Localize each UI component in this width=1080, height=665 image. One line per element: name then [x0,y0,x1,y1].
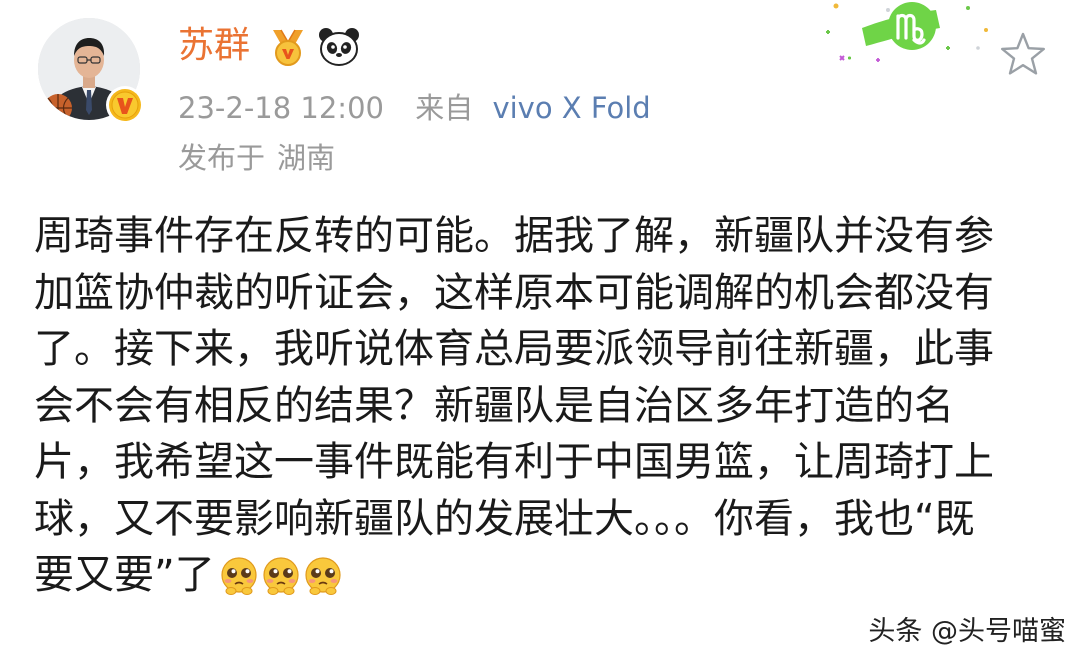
pleading-face-emoji [263,557,299,595]
post-text-line-last: 要又要”了 [34,547,1044,604]
verified-badge-icon [106,86,144,124]
panda-icon[interactable] [317,26,361,72]
post-text-line: 会不会有相反的结果？新疆队是自治区多年打造的名 [34,382,954,429]
pleading-face-emoji [305,557,341,595]
author-name[interactable]: 苏群 [178,22,250,70]
post-text-line: 要又要”了 [34,552,215,598]
post-text-line: 周琦事件存在反转的可能。据我了解，新疆队并没有参 [34,213,994,259]
post-text-line: 了。接下来，我听说体育总局要派领导前往新疆，此事 [34,326,994,372]
weibo-post: 苏群 23-2-18 12:00 来自 vivo X Fold 发布于 湖南 周… [0,0,1080,665]
source-label: 来自 [415,91,474,125]
post-timestamp[interactable]: 23-2-18 12:00 [178,91,384,125]
pleading-face-emoji [221,557,257,595]
post-text-line: 片，我希望这一事件既能有利于中国男篮，让周琦打上 [34,439,994,485]
medal-icon[interactable] [267,26,309,72]
watermark: 头条 @头号喵蜜 [868,616,1066,647]
emoji-group [219,555,345,599]
post-text: 周琦事件存在反转的可能。据我了解，新疆队并没有参 加篮协仲裁的听证会，这样原本可… [34,208,1044,604]
virgo-icon [818,0,1008,84]
location-label: 发布于 [178,141,266,175]
post-location: 发布于 湖南 [178,138,335,178]
post-text-line: 球，又不要影响新疆队的发展壮大。。。你看，我也“既 [34,495,975,542]
location-value: 湖南 [277,141,336,175]
post-meta: 23-2-18 12:00 来自 vivo X Fold [178,88,651,128]
star-outline-icon[interactable] [996,28,1050,82]
post-text-line: 加篮协仲裁的听证会，这样原本可能调解的机会都没有 [34,269,994,316]
device-link[interactable]: vivo X Fold [492,91,650,125]
